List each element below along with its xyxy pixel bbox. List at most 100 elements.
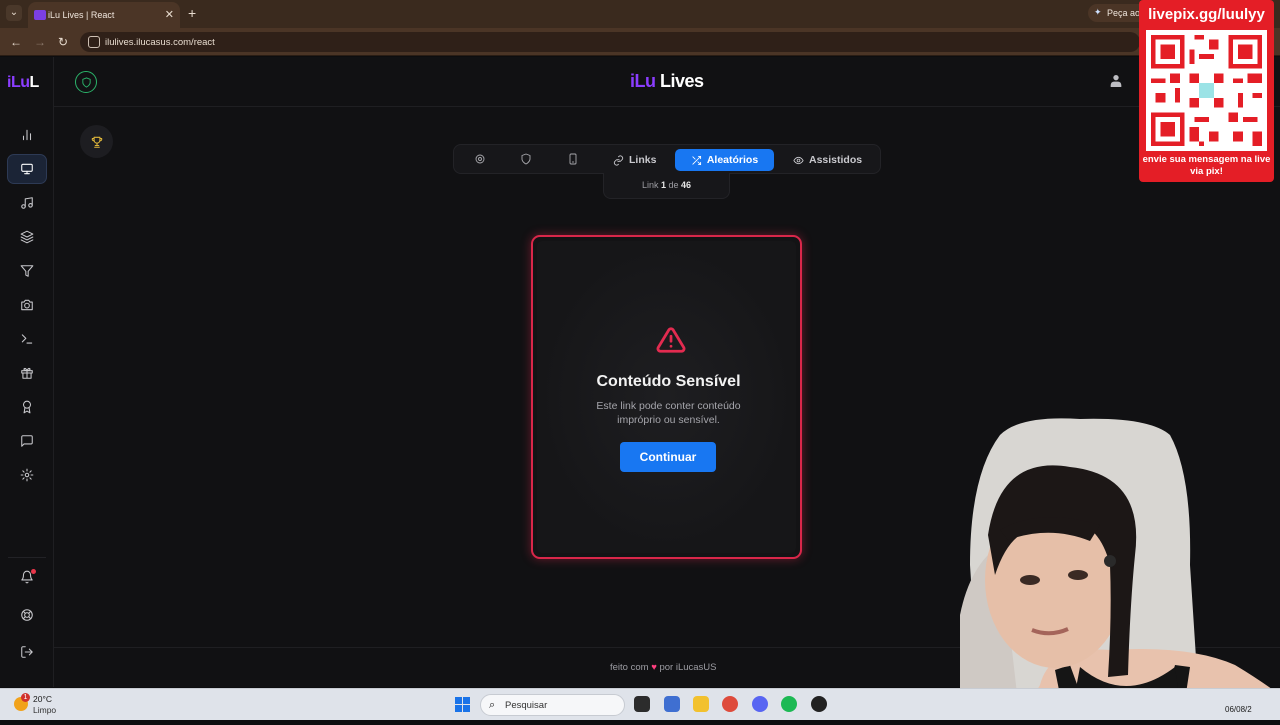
- settings-icon: [475, 154, 485, 164]
- sidebar-item-stats[interactable]: [7, 120, 47, 150]
- camera-icon: [21, 299, 33, 311]
- brand-part-2: Lives: [660, 71, 704, 91]
- card-title: Conteúdo Sensível: [596, 373, 741, 390]
- os-taskbar: 1 20°C Limpo ⌕ Pesquisar 06/08/2: [0, 688, 1280, 720]
- tab-links[interactable]: Links: [605, 149, 664, 171]
- url-field[interactable]: ilulives.ilucasus.com/react: [80, 32, 1140, 52]
- sidebar-item-notifications[interactable]: [7, 562, 47, 592]
- monitor-icon: [21, 163, 33, 175]
- spotify-icon[interactable]: [781, 696, 797, 712]
- discord-icon[interactable]: [752, 696, 768, 712]
- trophy-icon: [91, 136, 102, 148]
- counter-current: 1: [660, 180, 666, 190]
- layers-icon: [20, 230, 34, 244]
- sidebar-item-awards[interactable]: [7, 392, 47, 422]
- card-blurred-preview: Conteúdo Sensível Este link pode conter …: [537, 241, 796, 553]
- shield-icon: [521, 153, 531, 165]
- livepix-overlay: livepix.gg/luulyy envie sua mensagem na …: [1139, 0, 1274, 182]
- toolbar-shield-button[interactable]: [519, 152, 533, 166]
- terminal-icon: [21, 334, 33, 344]
- close-icon[interactable]: ✕: [165, 8, 174, 21]
- weather-badge: 1: [21, 693, 30, 702]
- eye-icon: [793, 156, 804, 164]
- settings-icon: [20, 468, 34, 482]
- browser-tab[interactable]: iLu Lives | React ✕: [28, 2, 180, 28]
- tab-links-label: Links: [629, 154, 657, 166]
- lifebuoy-icon: [21, 609, 33, 621]
- counter-prefix: Link: [641, 180, 659, 190]
- logo-part-2: L: [29, 74, 40, 91]
- shield-icon: [81, 76, 91, 88]
- bar-chart-icon: [22, 129, 32, 141]
- sidebar-item-music[interactable]: [7, 188, 47, 218]
- tab-favicon-icon: [34, 10, 46, 20]
- sidebar-item-screen[interactable]: [7, 154, 47, 184]
- new-tab-icon[interactable]: +: [188, 5, 196, 21]
- sidebar-item-terminal[interactable]: [7, 324, 47, 354]
- back-icon[interactable]: ←: [10, 35, 22, 49]
- sidebar-item-camera[interactable]: [7, 290, 47, 320]
- sensitive-content-card: Conteúdo Sensível Este link pode conter …: [531, 235, 802, 559]
- footer-after: por iLucasUS: [659, 662, 717, 673]
- logo-part-1: iLu: [7, 74, 30, 91]
- user-menu-button[interactable]: [1108, 73, 1124, 94]
- tab-aleatorios[interactable]: Aleatórios: [675, 149, 774, 171]
- tab-search-button[interactable]: ⌄: [6, 5, 22, 21]
- toolbar-tablet-button[interactable]: [566, 152, 580, 166]
- music-icon: [21, 197, 33, 209]
- file-explorer-icon[interactable]: [693, 696, 709, 712]
- sidebar-divider: [8, 557, 46, 558]
- security-status-button[interactable]: [75, 71, 97, 93]
- site-info-icon[interactable]: [88, 36, 100, 48]
- tab-title: iLu Lives | React: [48, 10, 115, 20]
- toolbar-settings-button[interactable]: [473, 152, 487, 166]
- widgets-icon[interactable]: [664, 696, 680, 712]
- continue-button[interactable]: Continuar: [620, 442, 716, 472]
- sidebar: iLuL: [0, 57, 54, 687]
- weather-description[interactable]: Limpo: [33, 705, 56, 715]
- address-bar: ← → ↻ ilulives.ilucasus.com/react: [0, 28, 1280, 56]
- url-text[interactable]: ilulives.ilucasus.com/react: [105, 37, 215, 48]
- shuffle-icon: [692, 155, 701, 165]
- weather-temperature[interactable]: 20°C: [33, 694, 52, 704]
- notification-dot: [31, 569, 36, 574]
- forward-icon[interactable]: →: [34, 35, 46, 49]
- livepix-caption: envie sua mensagem na live via pix!: [1142, 154, 1271, 177]
- brand-part-1: iLu: [630, 71, 656, 91]
- heart-icon: ♥: [651, 662, 657, 673]
- windows-start-icon[interactable]: [455, 697, 470, 712]
- chrome-icon[interactable]: [722, 696, 738, 712]
- ask-ai-label: Peça ao: [1107, 8, 1141, 18]
- webcam-overlay: [960, 415, 1280, 720]
- sidebar-item-support[interactable]: [7, 600, 47, 630]
- filter-icon: [20, 265, 34, 277]
- brand-logo[interactable]: iLu Lives: [630, 71, 704, 92]
- footer-before: feito com: [610, 662, 649, 673]
- tab-aleatorios-label: Aleatórios: [706, 154, 759, 166]
- gift-icon: [21, 367, 33, 379]
- taskbar-search[interactable]: ⌕ Pesquisar: [480, 694, 625, 716]
- sidebar-item-layers[interactable]: [7, 222, 47, 252]
- link-counter: Link 1 de 46: [603, 173, 730, 199]
- obs-icon[interactable]: [811, 696, 827, 712]
- sidebar-item-chat[interactable]: [7, 426, 47, 456]
- reload-icon[interactable]: ↻: [58, 35, 68, 49]
- taskbar-date[interactable]: 06/08/2: [1225, 705, 1252, 714]
- tab-assistidos-label: Assistidos: [809, 154, 863, 166]
- sidebar-item-gifts[interactable]: [7, 358, 47, 388]
- logout-icon: [21, 646, 33, 658]
- sidebar-item-filter[interactable]: [7, 256, 47, 286]
- card-description: Este link pode conter conteúdo impróprio…: [596, 400, 741, 426]
- tab-assistidos[interactable]: Assistidos: [785, 149, 870, 171]
- task-view-icon[interactable]: [634, 696, 650, 712]
- sidebar-item-logout[interactable]: [7, 637, 47, 667]
- sidebar-item-settings[interactable]: [7, 460, 47, 490]
- tablet-icon: [569, 153, 577, 165]
- trophy-button[interactable]: [80, 125, 113, 158]
- link-icon: [613, 155, 624, 165]
- sidebar-logo[interactable]: iLuL: [7, 74, 39, 92]
- sparkle-icon: ✦: [1094, 7, 1102, 17]
- link-toolbar: Links Aleatórios Assistidos: [453, 144, 881, 174]
- livepix-title: livepix.gg/luulyy: [1148, 6, 1265, 23]
- search-icon: ⌕: [489, 699, 496, 711]
